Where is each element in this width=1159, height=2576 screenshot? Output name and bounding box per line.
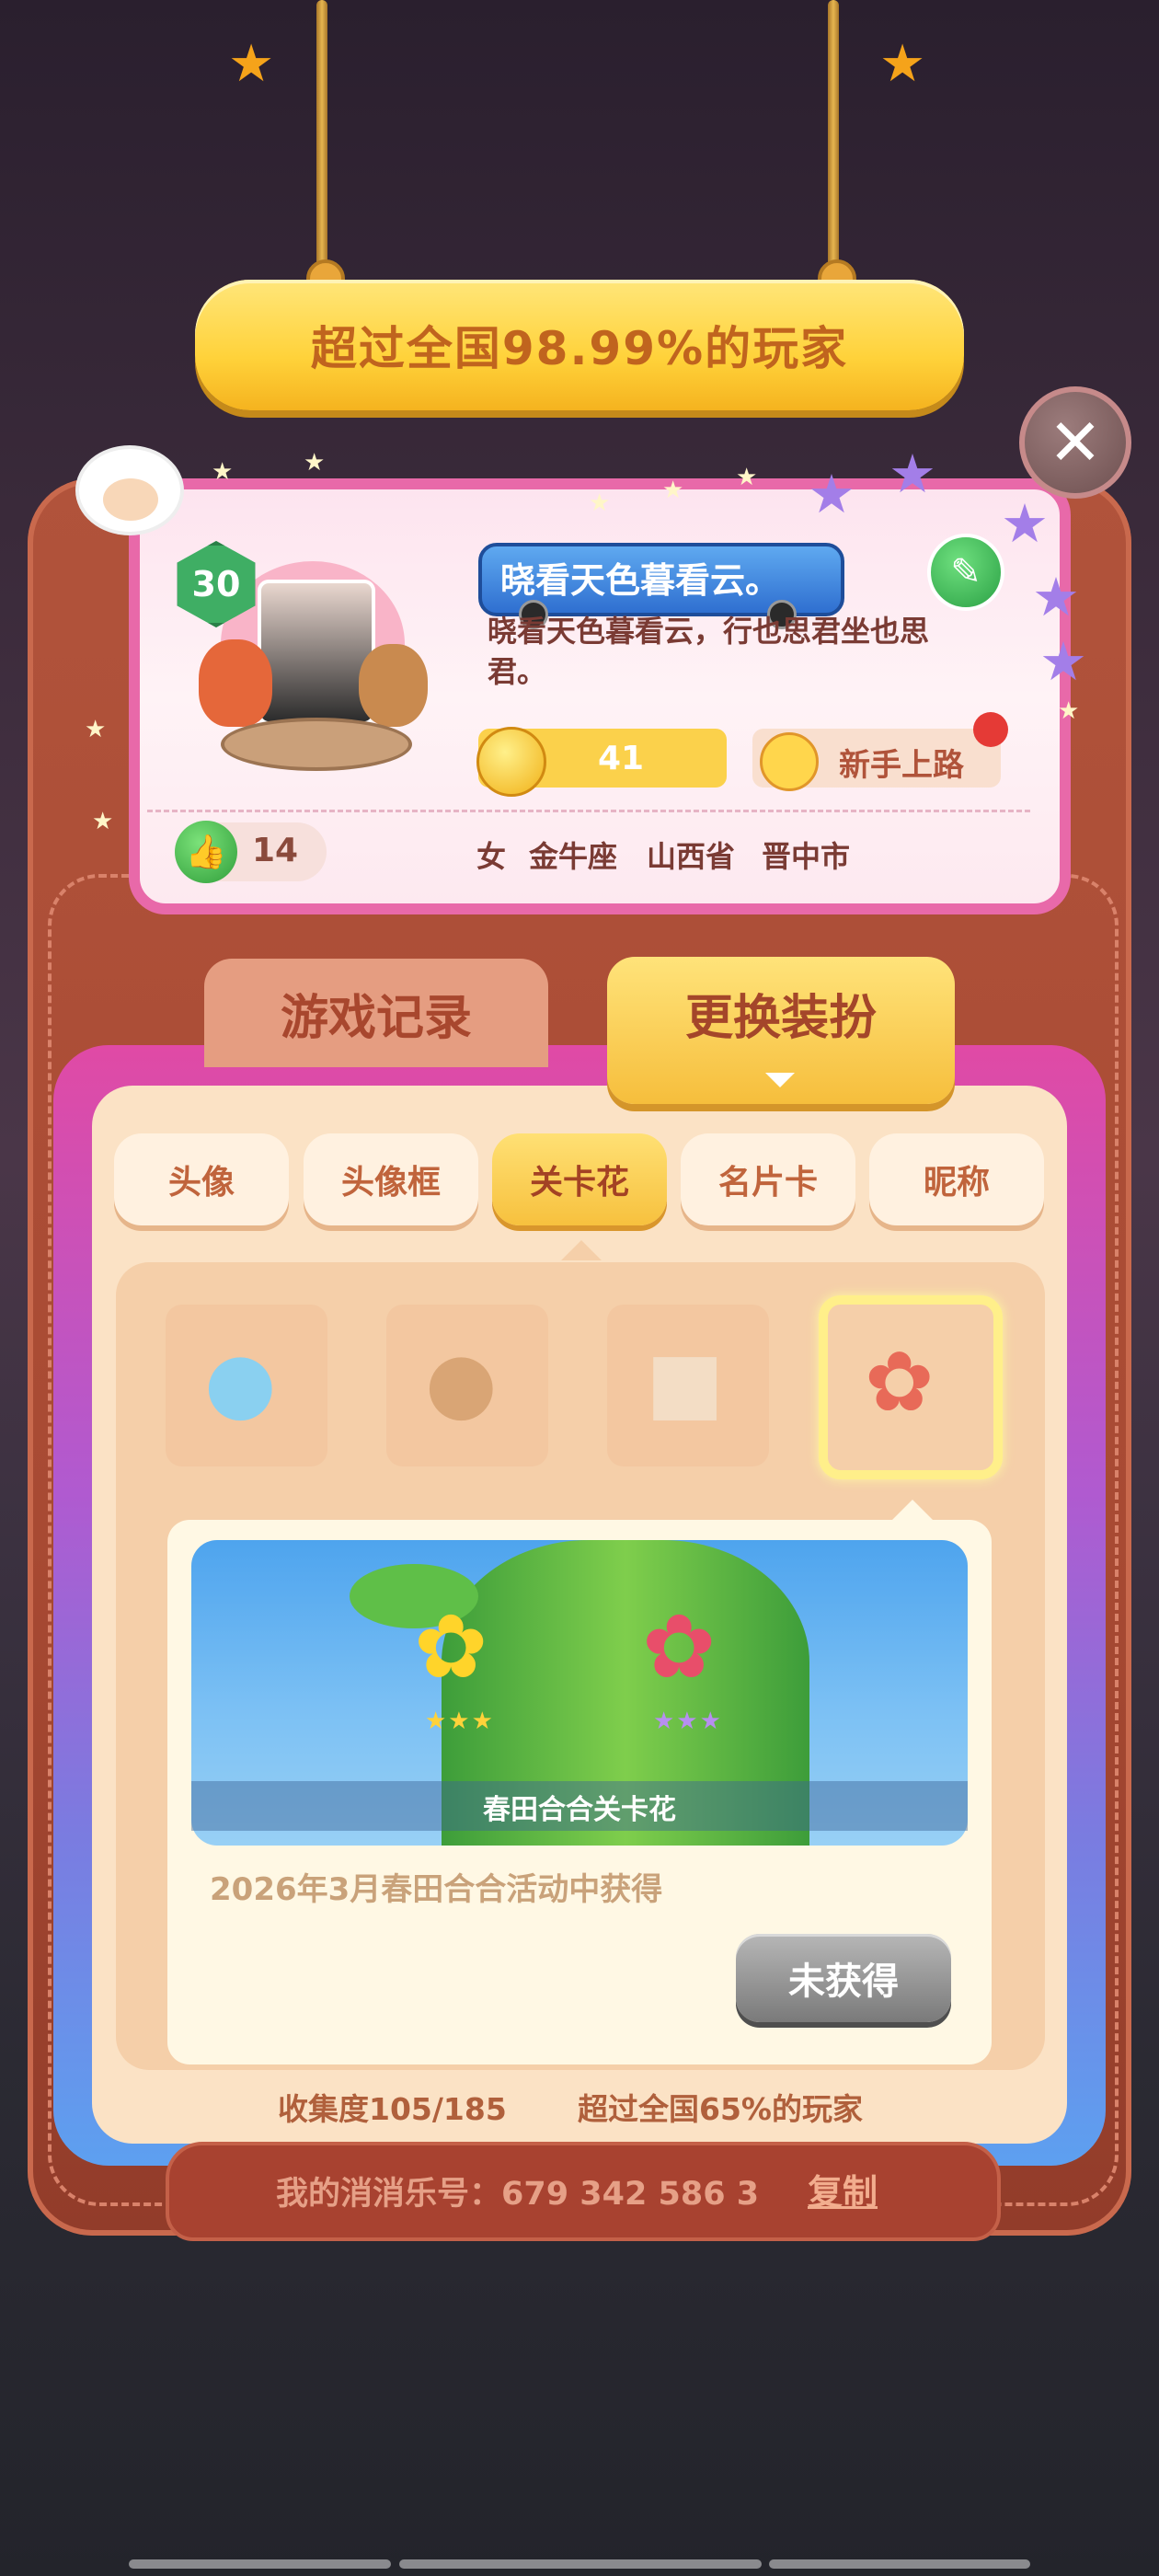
hanging-rope-left xyxy=(316,0,327,285)
purple-star-icon: ★ xyxy=(808,463,855,525)
yellow-star-rating: ★★★ xyxy=(425,1708,495,1735)
unobtained-button[interactable]: 未获得 xyxy=(736,1934,951,2022)
player-id-text: 我的消消乐号：679 342 586 3 xyxy=(276,2176,760,2213)
item-bear-flower[interactable]: ● xyxy=(386,1305,548,1466)
item-rainbow-radish[interactable]: ● xyxy=(166,1305,327,1466)
collection-rank: 超过全国65%的玩家 xyxy=(578,2091,863,2127)
sparkle-icon: ★ xyxy=(662,477,684,504)
gender-text: 女 xyxy=(476,839,507,874)
sparkle-icon: ★ xyxy=(212,458,234,486)
rank-banner: 超过全国98.99%的玩家 xyxy=(195,280,964,410)
category-label: 关卡花 xyxy=(529,1164,629,1202)
item-source-text: 2026年3月春田合合活动中获得 xyxy=(210,1871,663,1908)
category-avatar[interactable]: 头像 xyxy=(114,1133,289,1225)
zodiac-text: 金牛座 xyxy=(529,839,618,874)
like-count: 14 xyxy=(252,832,299,869)
close-button[interactable]: ✕ xyxy=(1019,386,1131,499)
category-nickname[interactable]: 昵称 xyxy=(869,1133,1044,1225)
signature-text: 晓看天色暮看云，行也思君坐也思君。 xyxy=(488,614,930,689)
category-label: 名片卡 xyxy=(717,1164,818,1202)
item-spring-flower[interactable]: ✿ xyxy=(819,1295,1003,1479)
category-label: 头像 xyxy=(167,1164,235,1202)
category-pointer xyxy=(561,1240,602,1260)
sheep-face xyxy=(103,478,158,521)
category-level-flower[interactable]: 关卡花 xyxy=(492,1133,667,1225)
close-icon: ✕ xyxy=(1048,405,1103,480)
chevron-down-icon xyxy=(765,1073,795,1087)
avatar-photo xyxy=(258,580,375,725)
rainbow-radish-icon: ● xyxy=(204,1334,277,1431)
notification-dot xyxy=(973,712,1008,747)
item-milk-chick[interactable]: ■ xyxy=(607,1305,769,1466)
sparkle-icon: ★ xyxy=(589,489,611,517)
category-label: 昵称 xyxy=(923,1164,990,1202)
purple-star-rating: ★★★ xyxy=(653,1708,723,1735)
rainbow-flower-icon: ✿ xyxy=(642,1595,717,1698)
thumbs-up-icon[interactable]: 👍 xyxy=(175,821,237,883)
collection-progress: 收集度105/185 xyxy=(278,2091,507,2127)
purple-star-icon: ★ xyxy=(1039,630,1087,693)
edit-button[interactable]: ✎ xyxy=(927,534,1004,611)
rank-banner-text: 超过全国98.99%的玩家 xyxy=(310,322,849,375)
bear-character-icon xyxy=(359,644,428,727)
card-divider xyxy=(147,810,1030,812)
sparkle-icon: ★ xyxy=(1058,697,1080,725)
province-text: 山西省 xyxy=(647,839,736,874)
home-indicator xyxy=(769,2559,1030,2569)
tab-game-records[interactable]: 游戏记录 xyxy=(204,959,548,1067)
avatar-stage xyxy=(221,718,412,771)
copy-button[interactable]: 复制 xyxy=(808,2164,878,2214)
fox-character-icon xyxy=(199,639,272,727)
home-indicator xyxy=(399,2559,762,2569)
tab-game-records-label: 游戏记录 xyxy=(280,990,472,1046)
bear-icon: ● xyxy=(425,1334,498,1431)
sparkle-icon: ★ xyxy=(304,449,326,477)
category-name-card[interactable]: 名片卡 xyxy=(681,1133,855,1225)
yellow-flower-icon: ✿ xyxy=(414,1595,488,1698)
banner-star-icon: ★ xyxy=(228,34,275,94)
unobtained-label: 未获得 xyxy=(788,1961,899,2003)
nickname-banner: 晓看天色暮看云。 xyxy=(478,543,844,629)
purple-star-icon: ★ xyxy=(889,443,936,505)
category-label: 头像框 xyxy=(340,1164,441,1202)
nickname-text: 晓看天色暮看云。 xyxy=(500,560,781,601)
sparkle-icon: ★ xyxy=(85,716,107,743)
rainbow-flower-icon: ✿ xyxy=(865,1334,935,1431)
preview-label: 春田合合关卡花 xyxy=(483,1794,676,1826)
pencil-icon: ✎ xyxy=(950,551,981,593)
coin-count: 41 xyxy=(597,740,645,777)
purple-star-icon: ★ xyxy=(1032,566,1080,628)
city-text: 晋中市 xyxy=(762,839,851,874)
milk-carton-icon: ■ xyxy=(646,1334,725,1431)
category-avatar-frame[interactable]: 头像框 xyxy=(304,1133,478,1225)
banner-star-icon: ★ xyxy=(879,34,926,94)
purple-star-icon: ★ xyxy=(1001,492,1049,555)
sparkle-icon: ★ xyxy=(92,808,114,835)
rank-title: 新手上路 xyxy=(839,747,964,784)
sun-coin-icon xyxy=(476,727,546,797)
tab-change-outfit-label: 更换装扮 xyxy=(684,991,877,1046)
chick-icon xyxy=(760,732,819,791)
detail-pointer xyxy=(892,1500,933,1520)
hanging-rope-right xyxy=(828,0,839,285)
home-indicator xyxy=(129,2559,391,2569)
sparkle-icon: ★ xyxy=(736,464,758,491)
